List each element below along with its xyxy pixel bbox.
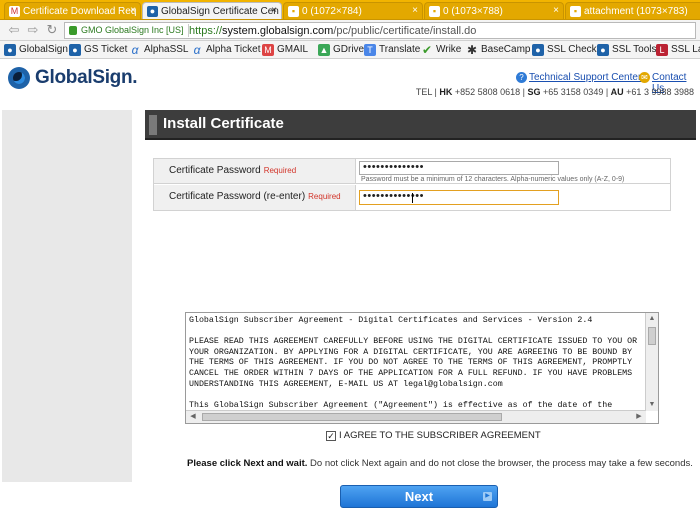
tab-globalsign-certificate[interactable]: ● GlobalSign Certificate Cen × bbox=[142, 2, 282, 19]
wait-notice: Please click Next and wait. Do not click… bbox=[187, 458, 693, 469]
required-badge: Required bbox=[263, 166, 297, 175]
alpha-icon: α bbox=[193, 43, 201, 57]
main-panel: Install Certificate Certificate Password… bbox=[145, 110, 696, 508]
password-reenter-row: Certificate Password (re-enter) Required … bbox=[154, 185, 670, 210]
page-content: GlobalSign. ? Technical Support Center ✉ C… bbox=[0, 60, 700, 508]
password-reenter-label: Certificate Password (re-enter) Required bbox=[154, 185, 356, 210]
bookmark-gdrive[interactable]: ▲ GDrive bbox=[318, 44, 364, 56]
lock-icon bbox=[69, 26, 77, 35]
agree-checkbox[interactable]: ✓ bbox=[326, 431, 336, 441]
bookmark-ssl-lab[interactable]: LSSL Lab bbox=[656, 44, 700, 56]
bookmark-gs-ticket[interactable]: ● GS Ticket bbox=[69, 44, 127, 56]
forward-arrow-icon[interactable]: ⇨ bbox=[25, 23, 41, 38]
subscriber-agreement-textarea[interactable]: GlobalSign Subscriber Agreement - Digita… bbox=[185, 312, 659, 424]
arrow-right-icon: ▶ bbox=[483, 492, 492, 501]
back-arrow-icon[interactable]: ⇦ bbox=[6, 23, 22, 38]
bookmark-alpha-ticket[interactable]: α Alpha Ticket bbox=[191, 43, 261, 57]
globalsign-logo-icon bbox=[8, 67, 30, 89]
basecamp-icon: ✱ bbox=[466, 43, 478, 57]
globalsign-icon: ● bbox=[532, 44, 544, 56]
scroll-thumb[interactable] bbox=[202, 413, 502, 421]
url-bar[interactable]: GMO GlobalSign Inc [US] https://system.g… bbox=[64, 22, 696, 39]
globalsign-icon: ● bbox=[4, 44, 16, 56]
left-sidebar bbox=[2, 110, 132, 482]
image-icon: ▪ bbox=[570, 6, 581, 17]
password-row: Certificate Password Required •••••••••••… bbox=[154, 159, 670, 184]
translate-icon: T bbox=[364, 44, 376, 56]
ev-certificate-badge[interactable]: GMO GlobalSign Inc [US] bbox=[67, 24, 189, 37]
globalsign-icon: ● bbox=[597, 44, 609, 56]
required-badge: Required bbox=[308, 192, 341, 201]
tab-image-1073[interactable]: ▪ 0 (1073×788) × bbox=[424, 2, 564, 19]
help-icon: ? bbox=[516, 72, 527, 83]
gdrive-icon: ▲ bbox=[318, 44, 330, 56]
agree-label: I AGREE TO THE SUBSCRIBER AGREEMENT bbox=[339, 430, 541, 441]
close-icon[interactable]: × bbox=[271, 5, 277, 16]
next-button[interactable]: Next ▶ bbox=[340, 485, 498, 508]
globalsign-icon: ● bbox=[69, 44, 81, 56]
scroll-up-icon[interactable]: ▲ bbox=[646, 313, 658, 325]
scroll-down-icon[interactable]: ▼ bbox=[646, 399, 658, 411]
chat-icon: ✉ bbox=[639, 72, 650, 83]
close-icon[interactable]: × bbox=[130, 5, 136, 16]
bookmark-wrike[interactable]: ✔ Wrike bbox=[421, 44, 461, 56]
globalsign-icon: ● bbox=[147, 6, 158, 17]
reload-icon[interactable]: ↻ bbox=[44, 23, 60, 38]
bookmark-translate[interactable]: T Translate bbox=[364, 44, 420, 56]
agreement-horizontal-scrollbar[interactable]: ◀ ▶ bbox=[186, 410, 646, 423]
scroll-right-icon[interactable]: ▶ bbox=[633, 411, 645, 423]
password-form: Certificate Password Required •••••••••••… bbox=[153, 158, 671, 211]
lab-icon: L bbox=[656, 44, 668, 56]
browser-tab-strip: M Certificate Download Req × ● GlobalSig… bbox=[0, 0, 700, 20]
agreement-text: GlobalSign Subscriber Agreement - Digita… bbox=[189, 316, 638, 410]
bookmarks-bar: ● GlobalSign ● GS Ticket α AlphaSSL α Alpha … bbox=[0, 41, 700, 59]
image-icon: ▪ bbox=[288, 6, 299, 17]
scroll-left-icon[interactable]: ◀ bbox=[187, 411, 199, 423]
telephone-numbers: TEL | HK +852 5808 0618 | SG +65 3158 03… bbox=[415, 87, 694, 97]
password-reenter-input[interactable]: •••••••••••••• bbox=[359, 190, 559, 205]
tab-certificate-download[interactable]: M Certificate Download Req × bbox=[4, 2, 141, 19]
technical-support-link[interactable]: ? Technical Support Center bbox=[516, 72, 641, 83]
tab-image-1072[interactable]: ▪ 0 (1072×784) × bbox=[283, 2, 423, 19]
bookmark-ssl-check[interactable]: ● SSL Check bbox=[532, 44, 597, 56]
address-toolbar: ⇦ ⇨ ↻ GMO GlobalSign Inc [US] https://sy… bbox=[0, 20, 700, 41]
scroll-thumb[interactable] bbox=[648, 327, 656, 345]
password-hint: Password must be a minimum of 12 charact… bbox=[361, 176, 625, 183]
close-icon[interactable]: × bbox=[553, 5, 559, 16]
gmail-icon: M bbox=[9, 6, 20, 17]
alpha-icon: α bbox=[131, 43, 139, 57]
bookmark-gmail[interactable]: M GMAIL bbox=[262, 44, 308, 56]
image-icon: ▪ bbox=[429, 6, 440, 17]
bookmark-basecamp[interactable]: ✱ BaseCamp bbox=[466, 43, 531, 57]
section-header: Install Certificate bbox=[145, 110, 696, 140]
globalsign-logo[interactable]: GlobalSign. bbox=[35, 67, 138, 89]
password-label: Certificate Password Required bbox=[154, 159, 356, 183]
bookmark-ssl-tools[interactable]: ● SSL Tools bbox=[597, 44, 656, 56]
close-icon[interactable]: × bbox=[412, 5, 418, 16]
page-title: Install Certificate bbox=[163, 115, 284, 132]
bookmark-globalsign[interactable]: ● GlobalSign bbox=[4, 44, 68, 56]
wrike-icon: ✔ bbox=[421, 43, 433, 57]
url-text[interactable]: https://system.globalsign.com/pc/public/… bbox=[189, 24, 476, 38]
agreement-vertical-scrollbar[interactable]: ▲ ▼ bbox=[645, 313, 658, 411]
password-input[interactable]: •••••••••••••• bbox=[359, 161, 559, 175]
agree-checkbox-row[interactable]: ✓ I AGREE TO THE SUBSCRIBER AGREEMENT bbox=[326, 430, 541, 441]
tab-attachment[interactable]: ▪ attachment (1073×783) bbox=[565, 2, 700, 19]
bookmark-alphassl[interactable]: α AlphaSSL bbox=[129, 43, 189, 57]
gmail-icon: M bbox=[262, 44, 274, 56]
